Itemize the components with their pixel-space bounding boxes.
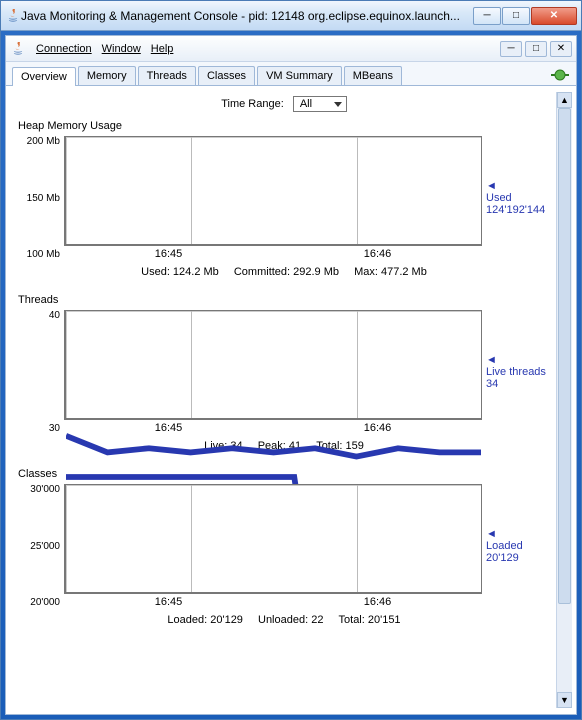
chart-classes-yaxis: 30'000 25'000 20'000 bbox=[16, 484, 64, 608]
chart-heap-yaxis: 200 Mb 150 Mb 100 Mb bbox=[16, 136, 64, 260]
app-window: Java Monitoring & Management Console - p… bbox=[0, 0, 582, 720]
maximize-button[interactable]: □ bbox=[502, 7, 530, 25]
chart-threads-plot[interactable] bbox=[64, 310, 482, 420]
chart-heap-plot[interactable] bbox=[64, 136, 482, 246]
chart-heap-title: Heap Memory Usage bbox=[18, 120, 552, 132]
tab-classes[interactable]: Classes bbox=[198, 66, 255, 85]
vertical-scrollbar[interactable]: ▲ ▼ bbox=[556, 92, 572, 708]
time-range-dropdown[interactable]: All bbox=[293, 96, 347, 112]
chart-classes-plot[interactable] bbox=[64, 484, 482, 594]
inner-maximize-button[interactable]: □ bbox=[525, 41, 547, 57]
chart-threads: Threads 40 30 bbox=[16, 294, 552, 452]
scroll-thumb[interactable] bbox=[558, 108, 571, 604]
tab-overview[interactable]: Overview bbox=[12, 67, 76, 86]
chart-classes-legend: ◄ Loaded 20'129 bbox=[482, 484, 552, 608]
minimize-button[interactable]: ─ bbox=[473, 7, 501, 25]
chart-threads-legend: ◄ Live threads 34 bbox=[482, 310, 552, 434]
chart-heap: Heap Memory Usage 200 Mb 150 Mb 100 Mb bbox=[16, 120, 552, 278]
tab-bar: Overview Memory Threads Classes VM Summa… bbox=[6, 62, 576, 86]
window-title: Java Monitoring & Management Console - p… bbox=[21, 9, 473, 23]
menu-window[interactable]: Window bbox=[98, 41, 145, 57]
connection-status-icon bbox=[550, 68, 570, 82]
chart-classes: Classes 30'000 25'000 20'000 bbox=[16, 468, 552, 626]
overview-panel: Time Range: All Heap Memory Usage 200 Mb… bbox=[16, 92, 556, 708]
menu-connection[interactable]: Connection bbox=[32, 41, 96, 57]
scroll-down-button[interactable]: ▼ bbox=[557, 692, 572, 708]
menubar: Connection Window Help ─ □ ✕ bbox=[6, 36, 576, 62]
scroll-track[interactable] bbox=[557, 108, 572, 692]
java-icon bbox=[5, 8, 21, 24]
java-icon bbox=[10, 41, 26, 57]
time-range-label: Time Range: bbox=[221, 98, 284, 110]
inner-minimize-button[interactable]: ─ bbox=[500, 41, 522, 57]
chart-threads-yaxis: 40 30 bbox=[16, 310, 64, 434]
tab-vmsummary[interactable]: VM Summary bbox=[257, 66, 342, 85]
scroll-up-button[interactable]: ▲ bbox=[557, 92, 572, 108]
tab-mbeans[interactable]: MBeans bbox=[344, 66, 402, 85]
inner-close-button[interactable]: ✕ bbox=[550, 41, 572, 57]
close-button[interactable]: ✕ bbox=[531, 7, 577, 25]
chart-heap-legend: ◄ Used 124'192'144 bbox=[482, 136, 552, 260]
menu-help[interactable]: Help bbox=[147, 41, 178, 57]
inner-window: Connection Window Help ─ □ ✕ Overview Me… bbox=[5, 35, 577, 715]
tab-memory[interactable]: Memory bbox=[78, 66, 136, 85]
tab-threads[interactable]: Threads bbox=[138, 66, 196, 85]
time-range-row: Time Range: All bbox=[16, 96, 552, 112]
titlebar[interactable]: Java Monitoring & Management Console - p… bbox=[1, 1, 581, 31]
